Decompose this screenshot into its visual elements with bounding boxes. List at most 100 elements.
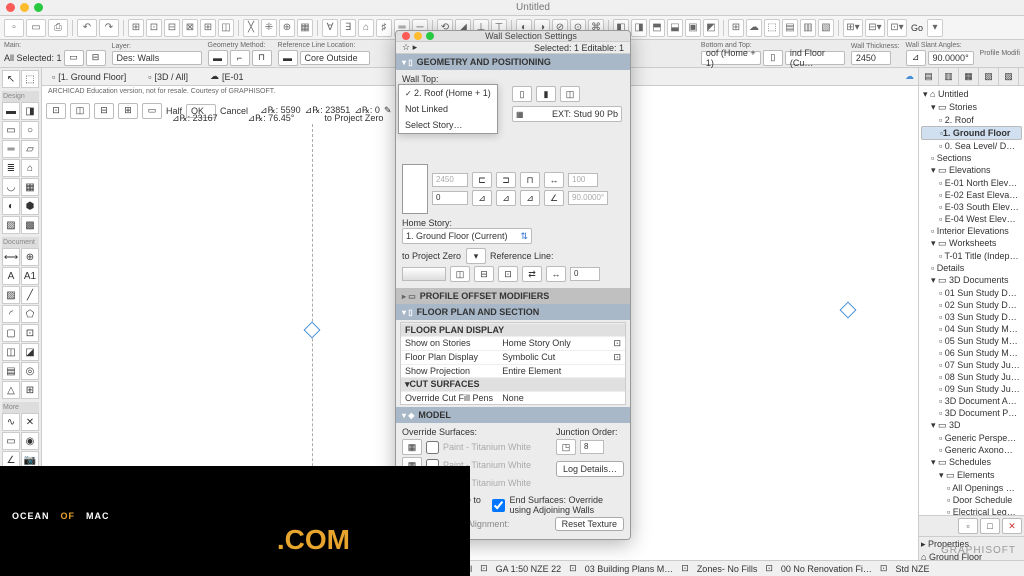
cloud-icon[interactable]: ☁: [905, 71, 914, 82]
icon[interactable]: ▯: [763, 50, 783, 66]
icon[interactable]: ⊡: [498, 266, 518, 282]
tool-icon[interactable]: ▤: [782, 19, 798, 37]
nav-tab-icon[interactable]: ▥: [939, 68, 959, 85]
tree-item[interactable]: ▫ E-04 West Elevation: [921, 213, 1022, 225]
section-model[interactable]: ▾ ◈ MODEL: [396, 407, 630, 423]
tab-3d[interactable]: ▫ [3D / All]: [142, 70, 194, 84]
detail-tool[interactable]: ◎: [21, 362, 39, 380]
dialog-max-icon[interactable]: [426, 32, 434, 40]
offset-input[interactable]: 0: [432, 191, 468, 205]
dialog-close-icon[interactable]: [402, 32, 410, 40]
status-item[interactable]: 00 No Renovation Fi…: [781, 564, 872, 574]
level-tool[interactable]: ⊕: [21, 248, 39, 266]
ext-select[interactable]: ▦ EXT: Stud 90 Pb: [512, 106, 622, 122]
table-row[interactable]: Override Cut Fill PensNone: [401, 391, 625, 404]
tree-schedules[interactable]: ▾ ▭ Schedules: [921, 456, 1022, 469]
tree-item[interactable]: ▫ 1. Ground Floor: [921, 126, 1022, 140]
undo-button[interactable]: ↶: [77, 19, 97, 37]
zone-tool[interactable]: ▨: [2, 216, 20, 234]
tool-icon[interactable]: ◨: [631, 19, 647, 37]
table-row[interactable]: Show on StoriesHome Story Only⊡: [401, 336, 625, 350]
intelev-tool[interactable]: ◪: [21, 343, 39, 361]
tree-item[interactable]: ▫ 2. Roof: [921, 114, 1022, 126]
shell-tool[interactable]: ◡: [2, 178, 20, 196]
tool-icon[interactable]: ⊞▾: [843, 19, 863, 37]
tool-icon[interactable]: ▣: [685, 19, 701, 37]
junction-icon[interactable]: ◳: [556, 439, 576, 455]
tool-icon[interactable]: ▧: [818, 19, 834, 37]
icon[interactable]: ⊐: [496, 172, 516, 188]
bottom-select[interactable]: ind Floor (Cu…: [785, 51, 845, 65]
status-item[interactable]: GA 1:50 NZE 22: [496, 564, 562, 574]
window-tool[interactable]: ▭: [2, 121, 20, 139]
minimize-icon[interactable]: [20, 3, 29, 12]
tool-icon[interactable]: ⌂: [358, 19, 374, 37]
slab-tool[interactable]: ▱: [21, 140, 39, 158]
door-tool[interactable]: ◨: [21, 102, 39, 120]
drawing-tool[interactable]: ▢: [2, 324, 20, 342]
icon[interactable]: ↔: [544, 172, 564, 188]
tree-sections[interactable]: ▫ Sections: [921, 152, 1022, 164]
elev-tool[interactable]: ◫: [2, 343, 20, 361]
icon[interactable]: ⊟: [474, 266, 494, 282]
section-geometry[interactable]: ▾ ▯ GEOMETRY AND POSITIONING: [396, 54, 630, 70]
arc-tool[interactable]: ◜: [2, 305, 20, 323]
nav-tab-icon[interactable]: ▧: [979, 68, 999, 85]
tool-icon[interactable]: ⊞: [128, 19, 144, 37]
log-details-button[interactable]: Log Details…: [556, 461, 624, 477]
tree-item[interactable]: ▫ 09 Sun Study Jun 22: [921, 383, 1022, 395]
section-profile[interactable]: ▸ ▭ PROFILE OFFSET MODIFIERS: [396, 288, 630, 304]
spline-tool[interactable]: ∿: [2, 413, 20, 431]
tool-icon[interactable]: ⁜: [261, 19, 277, 37]
dialog-min-icon[interactable]: [414, 32, 422, 40]
figure-tool[interactable]: ▭: [2, 432, 20, 450]
icon[interactable]: ⊓: [520, 172, 540, 188]
tree-3ddocs[interactable]: ▾ ▭ 3D Documents: [921, 274, 1022, 287]
tool-icon[interactable]: ╳: [243, 19, 259, 37]
tree-item[interactable]: ▫ T-01 Title (Independe: [921, 250, 1022, 262]
go-dropdown[interactable]: ▾: [927, 19, 943, 37]
nav-tab-icon[interactable]: ▤: [919, 68, 939, 85]
tool-icon[interactable]: ⬒: [649, 19, 665, 37]
tool-icon[interactable]: ⊠: [182, 19, 198, 37]
tool-icon[interactable]: ▥: [800, 19, 816, 37]
status-item[interactable]: Zones- No Fills: [697, 564, 758, 574]
tree-item[interactable]: ▫ 08 Sun Study Jun 22: [921, 371, 1022, 383]
icon[interactable]: ⊿: [496, 190, 516, 206]
tree-root[interactable]: ▾ ⌂ Untitled: [921, 88, 1022, 101]
junction-input[interactable]: 8: [580, 440, 604, 454]
geom-icon[interactable]: ⌐: [230, 50, 250, 66]
grid-tool[interactable]: ⊞: [21, 381, 39, 399]
favorite-icon[interactable]: ☆ ▸: [402, 42, 417, 53]
open-button[interactable]: ▭: [26, 19, 46, 37]
tab-elevation[interactable]: ☁ [E-01: [204, 69, 250, 84]
column-tool[interactable]: ○: [21, 121, 39, 139]
tool-icon[interactable]: ⊟: [164, 19, 180, 37]
tree-intelev[interactable]: ▫ Interior Elevations: [921, 225, 1022, 237]
dropdown-item[interactable]: Not Linked: [399, 101, 497, 117]
slant-input[interactable]: 90.0000°: [928, 51, 974, 65]
tree-item[interactable]: ▫ E-02 East Elevation (: [921, 189, 1022, 201]
tree-stories[interactable]: ▾ ▭ Stories: [921, 101, 1022, 114]
dim-tool[interactable]: ⟷: [2, 248, 20, 266]
tool-icon[interactable]: ◩: [703, 19, 719, 37]
tool-icon[interactable]: ⬚: [764, 19, 780, 37]
slant-icon[interactable]: ⊿: [906, 50, 926, 66]
icon[interactable]: ▾: [466, 248, 486, 264]
tree-item[interactable]: ▫ 3D Document Aerial: [921, 395, 1022, 407]
stair-tool[interactable]: ≣: [2, 159, 20, 177]
tool-icon[interactable]: ♯: [376, 19, 392, 37]
tree-item[interactable]: ▫ 04 Sun Study Mar / S: [921, 323, 1022, 335]
endsurf-check[interactable]: [492, 499, 505, 512]
tool-icon[interactable]: ∃: [340, 19, 356, 37]
tree-item[interactable]: ▫ 05 Sun Study Mar / S: [921, 335, 1022, 347]
tree-item[interactable]: ▫ E-01 North Elevation: [921, 177, 1022, 189]
dropdown-item[interactable]: 2. Roof (Home + 1): [399, 85, 497, 101]
tree-item[interactable]: ▫ 07 Sun Study Jun 22: [921, 359, 1022, 371]
tree-item[interactable]: ▫ Electrical Legend: [921, 506, 1022, 515]
marquee-tool[interactable]: ⬚: [21, 70, 39, 88]
hotspot-tool[interactable]: ✕: [21, 413, 39, 431]
object-tool[interactable]: ⬢: [21, 197, 39, 215]
dropdown-item[interactable]: Select Story…: [399, 117, 497, 133]
tree-3d[interactable]: ▾ ▭ 3D: [921, 419, 1022, 432]
